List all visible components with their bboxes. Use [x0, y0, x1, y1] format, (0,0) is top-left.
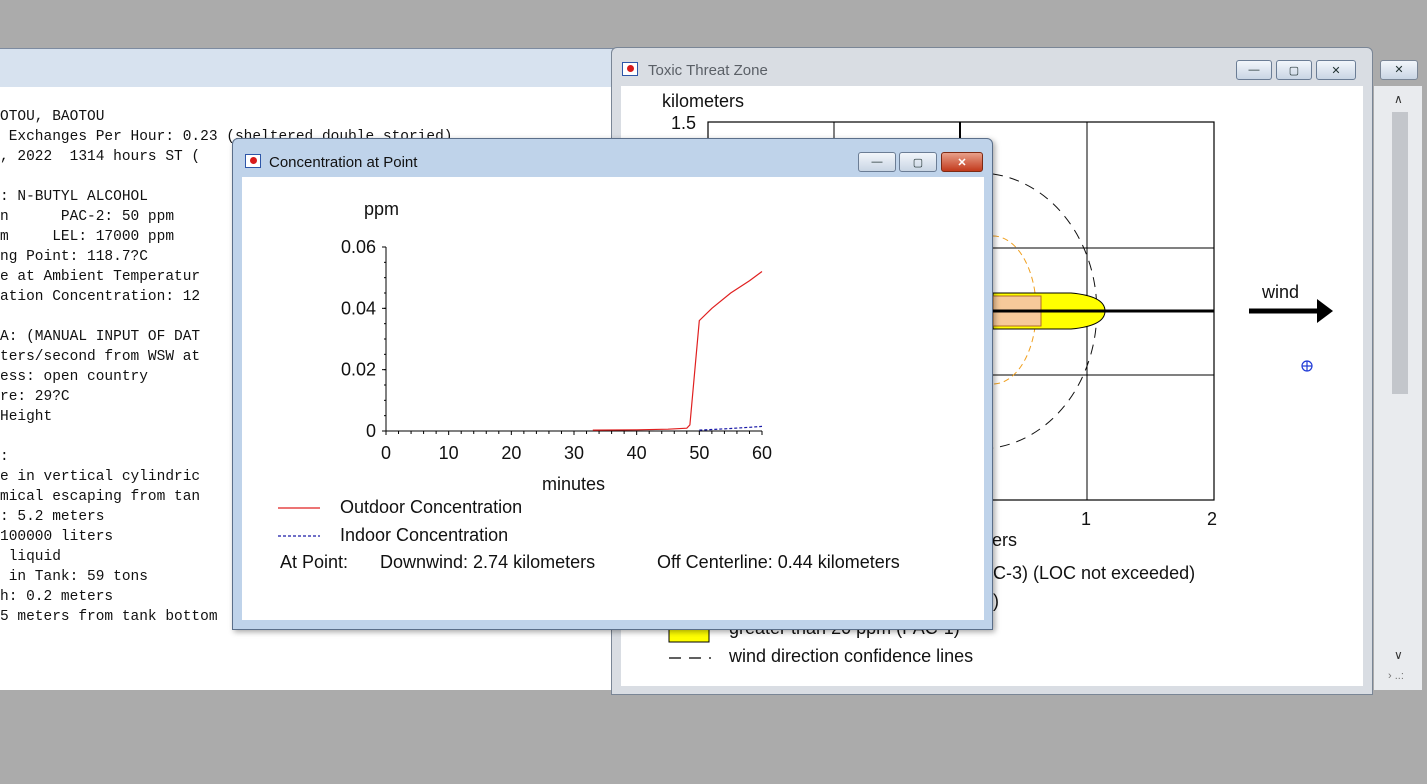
app-icon [245, 154, 261, 168]
legend-item-4: wind direction confidence lines [729, 646, 974, 666]
concentration-chart: 0 10 20 30 40 50 60 0 0.02 0.04 0.06 [341, 237, 772, 463]
concentration-window: Concentration at Point — ▢ ✕ ppm 0 10 20 30… [232, 138, 993, 630]
partial-close-button-icon[interactable]: ✕ [1380, 60, 1418, 80]
x-tick-label: 30 [564, 443, 584, 463]
bottom-gray-band [0, 690, 1427, 784]
x-tick-2: 2 [1207, 509, 1218, 529]
text-line: OTOU, BAOTOU [0, 109, 105, 125]
app-icon [622, 62, 638, 76]
off-centerline-distance: Off Centerline: 0.44 kilometers [657, 552, 900, 572]
indoor-concentration-line [699, 425, 763, 431]
minimize-button[interactable]: — [1236, 60, 1272, 80]
concentration-window-title: Concentration at Point [269, 154, 418, 171]
x-tick-label: 40 [627, 443, 647, 463]
x-tick-label: 60 [752, 443, 772, 463]
x-tick-label: 0 [381, 443, 391, 463]
scroll-down-icon[interactable]: ∨ [1394, 648, 1403, 662]
scroll-up-icon[interactable]: ∧ [1394, 92, 1403, 106]
threat-window-title: Toxic Threat Zone [648, 62, 768, 79]
legend-indoor-swatch [278, 535, 320, 537]
y-tick-label: 0 [366, 421, 376, 441]
wind-arrow-head [1317, 299, 1333, 323]
concentration-titlebar[interactable]: Concentration at Point — ▢ ✕ [233, 139, 992, 175]
chart-xlabel: minutes [542, 474, 606, 494]
close-button[interactable]: ✕ [941, 152, 983, 172]
y-tick-label: 0.06 [341, 237, 376, 257]
legend-item-2: ) [993, 591, 999, 611]
concentration-client: ppm 0 10 20 30 40 50 60 0 0.02 0.04 0.06 minutes O… [242, 177, 984, 620]
at-point-label: At Point: [280, 552, 349, 572]
maximize-button[interactable]: ▢ [1276, 60, 1312, 80]
downwind-distance: Downwind: 2.74 kilometers [380, 552, 596, 572]
maximize-button[interactable]: ▢ [899, 152, 937, 172]
threat-titlebar[interactable]: Toxic Threat Zone — ▢ ✕ [612, 48, 1372, 84]
outdoor-concentration-line [592, 271, 763, 431]
x-tick-1: 1 [1081, 509, 1092, 529]
x-tick-label: 20 [501, 443, 521, 463]
x-tick-label: 10 [439, 443, 459, 463]
wind-label: wind [1262, 282, 1300, 302]
close-button[interactable]: ✕ [1316, 60, 1356, 80]
legend-item-1: C-3) (LOC not exceeded) [993, 563, 1196, 583]
resize-grip-icon[interactable]: › ..: [1388, 670, 1404, 682]
x-axis-unit-partial: ers [992, 530, 1018, 550]
minimize-button[interactable]: — [858, 152, 896, 172]
legend-indoor-label: Indoor Concentration [340, 525, 509, 545]
y-tick-label: 0.02 [341, 360, 376, 380]
y-tick-label: 0.04 [341, 298, 376, 318]
legend-outdoor-label: Outdoor Concentration [340, 497, 523, 517]
x-tick-label: 50 [689, 443, 709, 463]
scroll-thumb[interactable] [1392, 112, 1408, 394]
legend-outdoor-swatch [278, 507, 320, 509]
right-scrollbar[interactable]: ∧ ∨ › ..: [1374, 86, 1422, 690]
